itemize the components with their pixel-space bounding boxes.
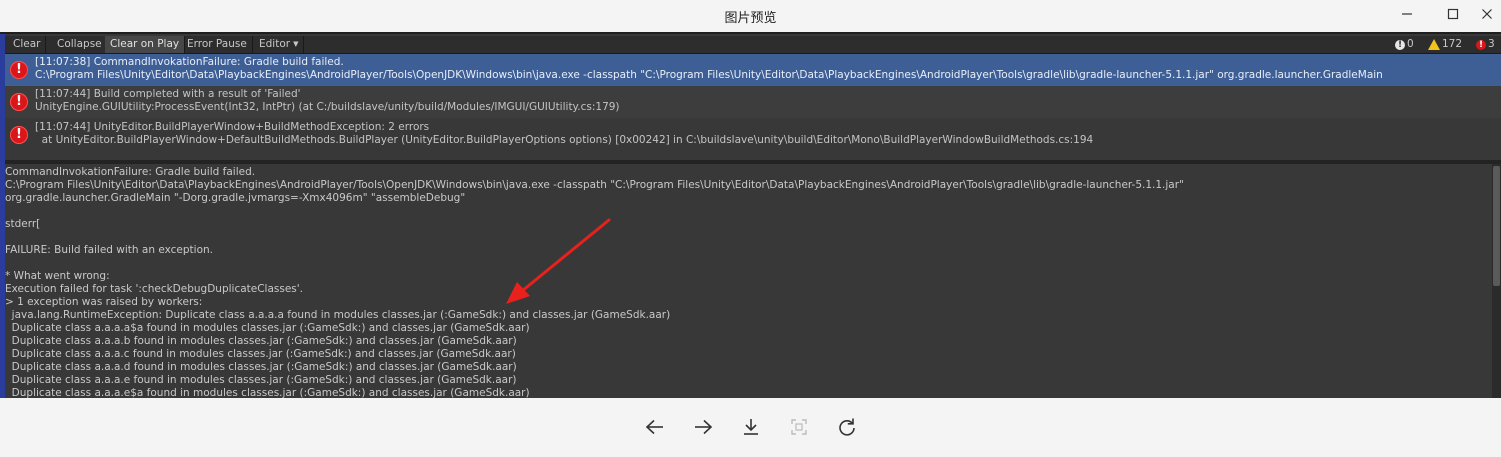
- log-detail: UnityEngine.GUIUtility:ProcessEvent(Int3…: [35, 101, 620, 113]
- detail-line: Execution failed for task ':checkDebugDu…: [5, 283, 304, 295]
- log-entry[interactable]: [11:07:44] Build completed with a result…: [5, 86, 1501, 118]
- console-toolbar: Clear Collapse Clear on Play Error Pause…: [5, 36, 1501, 54]
- error-icon: [1476, 38, 1486, 53]
- detail-line: java.lang.RuntimeException: Duplicate cl…: [5, 309, 671, 321]
- detail-line: Duplicate class a.a.a.e found in modules…: [5, 374, 517, 386]
- editor-dropdown-label: Editor: [259, 38, 291, 50]
- log-message: [11:07:44] UnityEditor.BuildPlayerWindow…: [35, 121, 430, 133]
- fit-screen-icon: [791, 419, 807, 435]
- info-icon: [1395, 38, 1405, 53]
- detail-line: FAILURE: Build failed with an exception.: [5, 244, 213, 256]
- info-count: 0: [1407, 38, 1414, 50]
- error-count: 3: [1488, 38, 1495, 50]
- detail-line: Duplicate class a.a.a.b found in modules…: [5, 335, 517, 347]
- image-preview: Clear Collapse Clear on Play Error Pause…: [0, 32, 1501, 398]
- arrow-right-icon: [695, 419, 713, 435]
- log-detail-panel[interactable]: CommandInvokationFailure: Gradle build f…: [5, 164, 1492, 398]
- error-icon: [10, 126, 28, 144]
- error-pause-button[interactable]: Error Pause: [182, 36, 253, 53]
- detail-line: Duplicate class a.a.a.e$a found in modul…: [5, 387, 530, 398]
- log-message: [11:07:44] Build completed with a result…: [35, 88, 301, 100]
- clear-button[interactable]: Clear: [8, 36, 47, 53]
- scrollbar-thumb[interactable]: [1493, 166, 1500, 286]
- close-button[interactable]: [1472, 3, 1501, 25]
- detail-line: * What went wrong:: [5, 270, 110, 282]
- detail-line: Duplicate class a.a.a.c found in modules…: [5, 348, 516, 360]
- detail-scrollbar[interactable]: [1492, 164, 1501, 398]
- error-count-toggle[interactable]: 3: [1476, 37, 1495, 53]
- clear-on-play-toggle[interactable]: Clear on Play: [105, 36, 186, 53]
- log-detail: C:\Program Files\Unity\Editor\Data\Playb…: [35, 69, 1383, 81]
- rotate-icon: [839, 418, 855, 436]
- warning-count: 172: [1442, 38, 1463, 50]
- detail-line: C:\Program Files\Unity\Editor\Data\Playb…: [5, 179, 1184, 191]
- log-entry[interactable]: [11:07:44] UnityEditor.BuildPlayerWindow…: [5, 119, 1501, 151]
- dropdown-caret-icon: ▼: [293, 40, 299, 48]
- info-count-toggle[interactable]: 0: [1395, 37, 1414, 53]
- log-message: [11:07:38] CommandInvokationFailure: Gra…: [35, 56, 344, 68]
- log-detail: at UnityEditor.BuildPlayerWindow+Default…: [35, 134, 1094, 146]
- download-icon: [744, 419, 758, 435]
- arrow-left-icon: [645, 419, 663, 435]
- window-title: 图片预览: [724, 11, 777, 26]
- minimize-button[interactable]: [1392, 3, 1422, 25]
- unity-console-window: Clear Collapse Clear on Play Error Pause…: [0, 34, 1501, 398]
- detail-line: org.gradle.launcher.GradleMain "-Dorg.gr…: [5, 192, 466, 204]
- viewer-titlebar: 图片预览: [0, 0, 1501, 32]
- download-button[interactable]: [739, 416, 763, 438]
- detail-line: Duplicate class a.a.a.a$a found in modul…: [5, 322, 530, 334]
- fit-screen-button[interactable]: [787, 416, 811, 438]
- next-button[interactable]: [691, 416, 715, 438]
- maximize-icon: [1447, 8, 1459, 20]
- close-icon: [1482, 9, 1492, 19]
- rotate-button[interactable]: [835, 416, 859, 438]
- log-entry[interactable]: [11:07:38] CommandInvokationFailure: Gra…: [5, 54, 1501, 86]
- warning-count-toggle[interactable]: 172: [1428, 37, 1462, 52]
- error-icon: [10, 93, 28, 111]
- detail-line: Duplicate class a.a.a.d found in modules…: [5, 361, 517, 373]
- detail-line: > 1 exception was raised by workers:: [5, 296, 203, 308]
- collapse-button[interactable]: Collapse: [52, 36, 108, 53]
- detail-line: stderr[: [5, 218, 41, 230]
- editor-dropdown[interactable]: Editor ▼: [254, 36, 305, 53]
- minimize-icon: [1402, 13, 1412, 15]
- detail-line: CommandInvokationFailure: Gradle build f…: [5, 166, 256, 178]
- maximize-button[interactable]: [1438, 3, 1468, 25]
- previous-button[interactable]: [643, 416, 667, 438]
- error-icon: [10, 61, 28, 79]
- viewer-controls: [0, 398, 1501, 457]
- warning-icon: [1428, 39, 1440, 50]
